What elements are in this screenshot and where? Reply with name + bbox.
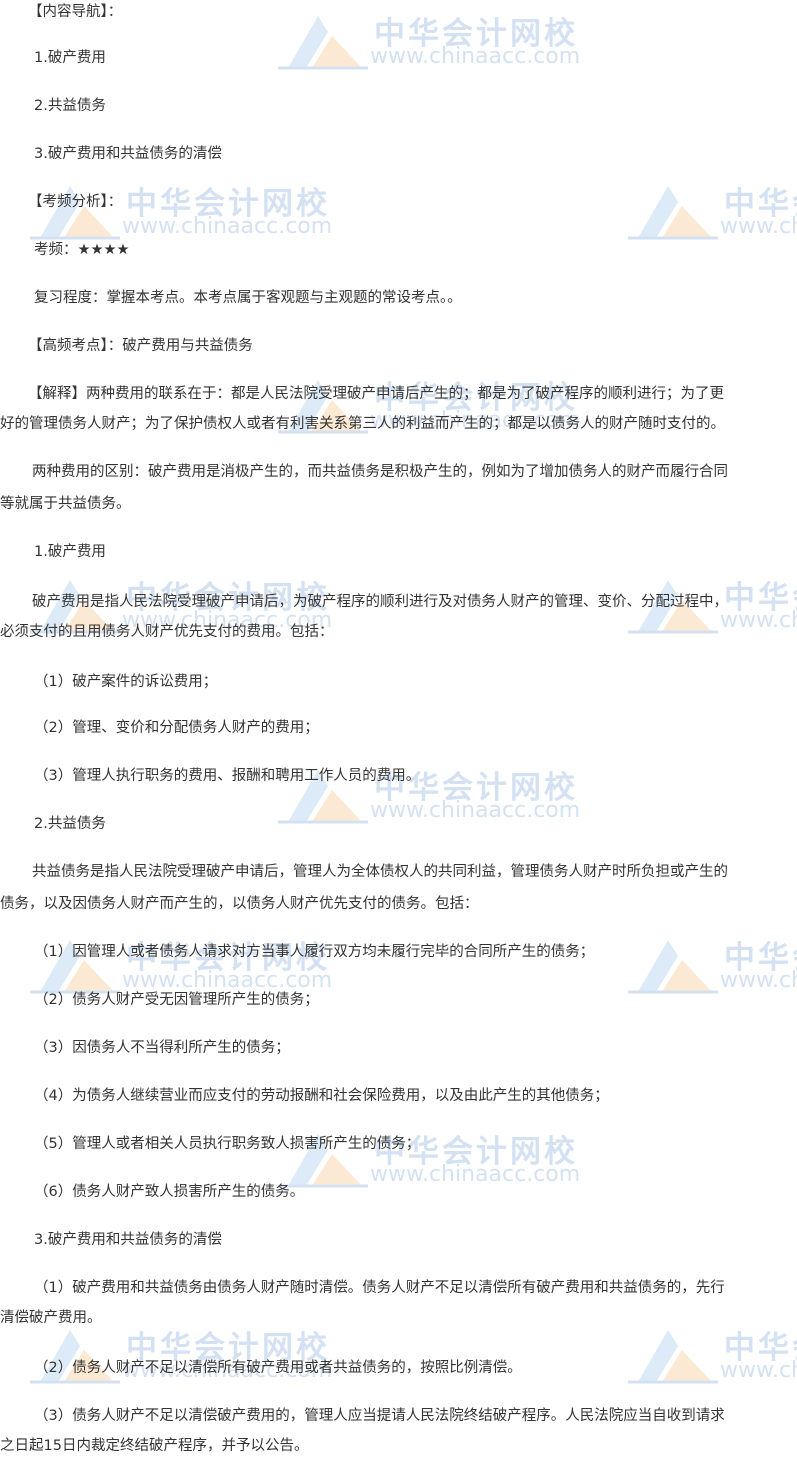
list-item: （1）破产案件的诉讼费用；	[34, 674, 218, 690]
watermark-url: www.chinaacc.com	[122, 214, 333, 239]
list-item: （6）债务人财产致人损害所产生的债务。	[34, 1184, 305, 1200]
list-item: （2）管理、变价和分配债务人财产的费用；	[34, 720, 319, 736]
watermark-url: www.chinaacc.com	[720, 214, 797, 239]
frequency-rating: 考频：★★★★	[34, 242, 130, 258]
section-heading: 2.共益债务	[34, 816, 106, 832]
list-item: （3）管理人执行职务的费用、报酬和聘用工作人员的费用。	[34, 768, 421, 784]
paragraph-line: 共益债务是指人民法院受理破产申请后，管理人为全体债权人的共同利益，管理债务人财产…	[32, 864, 728, 880]
paragraph-line: 债务，以及因债务人财产而产生的，以债务人财产优先支付的债务。包括：	[0, 896, 479, 912]
list-item: （4）为债务人继续营业而应支付的劳动报酬和社会保险费用，以及由此产生的其他债务；	[34, 1088, 609, 1104]
paragraph-line: （3）债务人财产不足以清偿破产费用的，管理人应当提请人民法院终结破产程序。人民法…	[34, 1408, 725, 1424]
list-item: （2）债务人财产受无因管理所产生的债务；	[34, 992, 319, 1008]
paragraph-line: 好的管理债务人财产；为了保护债权人或者有利害关系第三人的利益而产生的；都是以债务…	[0, 416, 725, 432]
nav-item: 1.破产费用	[34, 50, 106, 66]
nav-heading: 【内容导航】：	[28, 4, 123, 20]
paragraph-line: 等就属于共益债务。	[0, 496, 131, 512]
section-heading: 1.破产费用	[34, 544, 106, 560]
section-heading: 3.破产费用和共益债务的清偿	[34, 1232, 222, 1248]
nav-item: 2.共益债务	[34, 98, 106, 114]
paragraph-line: 之日起15日内裁定终结破产程序，并予以公告。	[0, 1438, 309, 1454]
article-page: 中华会计网校 www.chinaacc.com 中华会计网校 www.china…	[0, 0, 797, 1462]
list-item: （3）因债务人不当得利所产生的债务；	[34, 1040, 290, 1056]
paragraph-line: （1）破产费用和共益债务由债务人财产随时清偿。债务人财产不足以清偿所有破产费用和…	[34, 1280, 725, 1296]
list-item: （1）因管理人或者债务人请求对方当事人履行双方均未履行完毕的合同所产生的债务；	[34, 944, 595, 960]
paragraph-line: 两种费用的区别：破产费用是消极产生的，而共益债务是积极产生的，例如为了增加债务人…	[32, 464, 728, 480]
paragraph-line: （2）债务人财产不足以清偿所有破产费用或者共益债务的，按照比例清偿。	[34, 1360, 522, 1376]
review-level: 复习程度：掌握本考点。本考点属于客观题与主观题的常设考点。。	[34, 290, 462, 306]
paragraph-line: 清偿破产费用。	[0, 1310, 102, 1326]
key-point-heading: 【高频考点】：破产费用与共益债务	[28, 338, 253, 354]
paragraph-line: 必须支付的且用债务人财产优先支付的费用。包括：	[0, 624, 334, 640]
paragraph-line: 破产费用是指人民法院受理破产申请后，为破产程序的顺利进行及对债务人财产的管理、变…	[32, 594, 728, 610]
nav-item: 3.破产费用和共益债务的清偿	[34, 146, 222, 162]
list-item: （5）管理人或者相关人员执行职务致人损害所产生的债务；	[34, 1136, 421, 1152]
frequency-heading: 【考频分析】：	[28, 194, 123, 210]
paragraph-line: 【解释】两种费用的联系在于：都是人民法院受理破产申请后产生的；都是为了破产程序的…	[28, 386, 724, 402]
